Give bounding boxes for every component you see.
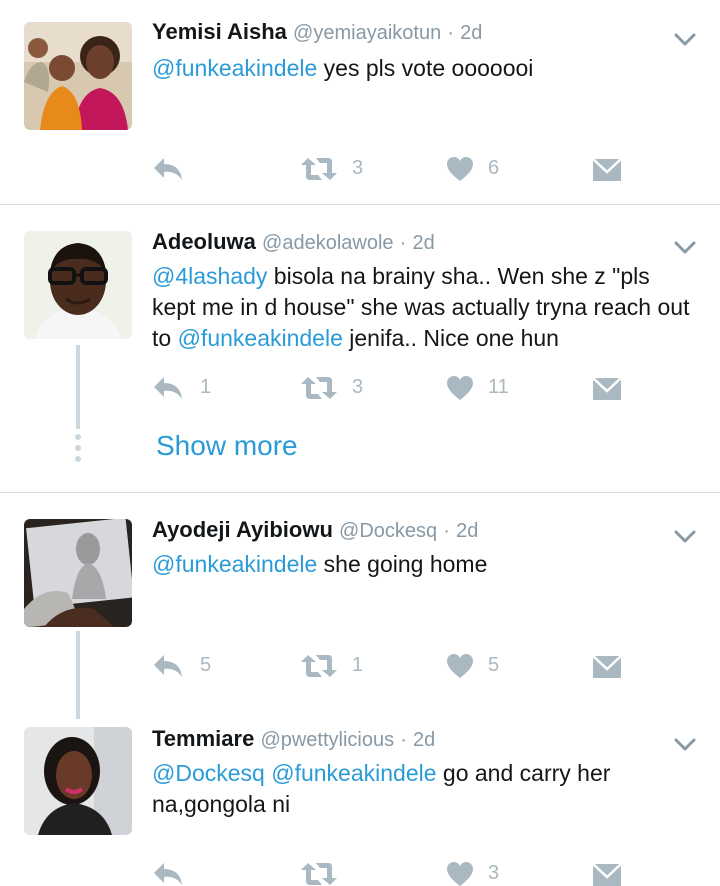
retweet-button[interactable] xyxy=(300,373,338,403)
like-icon xyxy=(447,862,473,886)
direct-message-button[interactable] xyxy=(592,859,622,886)
avatar[interactable] xyxy=(24,519,132,627)
tweet[interactable]: Adeoluwa @adekolawole · 2d @4lashady bis… xyxy=(0,205,720,492)
direct-message-button[interactable] xyxy=(592,651,622,681)
like-count: 5 xyxy=(488,654,500,676)
mention-link[interactable]: @funkeakindele xyxy=(271,760,436,786)
tweet-text: @Dockesq @funkeakindele go and carry her… xyxy=(152,758,622,820)
tweet-actions: 5 1 5 xyxy=(0,651,720,681)
username[interactable]: @Dockesq xyxy=(339,520,437,542)
caret-down-icon[interactable] xyxy=(672,26,698,52)
tweet-header: Adeoluwa @adekolawole · 2d xyxy=(152,228,435,257)
tweet-text: @funkeakindele she going home xyxy=(152,549,692,580)
direct-message-button[interactable] xyxy=(592,373,622,403)
like-button[interactable] xyxy=(446,373,474,403)
retweet-count: 1 xyxy=(352,654,364,676)
reply-icon xyxy=(154,377,182,399)
reply-icon xyxy=(154,863,182,885)
mention-link[interactable]: @funkeakindele xyxy=(152,55,317,81)
avatar[interactable] xyxy=(24,231,132,339)
show-more-link[interactable]: Show more xyxy=(156,430,298,462)
reply-button[interactable] xyxy=(152,154,184,184)
mention-link[interactable]: @funkeakindele xyxy=(178,325,343,351)
tweet-header: Yemisi Aisha @yemiayaikotun · 2d xyxy=(152,18,482,47)
tweet-actions: 3 6 xyxy=(0,154,720,184)
avatar-image xyxy=(24,22,132,130)
display-name[interactable]: Ayodeji Ayibiowu xyxy=(152,517,333,542)
reply-count: 5 xyxy=(200,654,212,676)
direct-message-icon xyxy=(592,158,622,181)
like-button[interactable] xyxy=(446,154,474,184)
avatar-image xyxy=(24,727,132,835)
mention-link[interactable]: @4lashady xyxy=(152,263,267,289)
retweet-icon xyxy=(301,377,337,399)
separator: · xyxy=(400,729,407,751)
username[interactable]: @pwettylicious xyxy=(260,729,394,751)
retweet-count: 3 xyxy=(352,157,364,179)
avatar[interactable] xyxy=(24,727,132,835)
retweet-button[interactable] xyxy=(300,859,338,886)
reply-button[interactable] xyxy=(152,859,184,886)
retweet-icon xyxy=(301,863,337,885)
retweet-button[interactable] xyxy=(300,154,338,184)
retweet-button[interactable] xyxy=(300,651,338,681)
timestamp[interactable]: 2d xyxy=(460,22,482,44)
username[interactable]: @adekolawole xyxy=(262,232,394,254)
tweet[interactable]: Yemisi Aisha @yemiayaikotun · 2d @funkea… xyxy=(0,0,720,204)
tweet[interactable]: Temmiare @pwettylicious · 2d @Dockesq @f… xyxy=(0,705,720,886)
reply-button[interactable] xyxy=(152,651,184,681)
direct-message-icon xyxy=(592,377,622,400)
like-count: 11 xyxy=(488,376,509,398)
tweet-actions: 1 3 11 xyxy=(0,373,720,403)
tweet-body: yes pls vote ooooooi xyxy=(317,55,534,81)
mention-link[interactable]: @funkeakindele xyxy=(152,551,317,577)
direct-message-icon xyxy=(592,863,622,886)
avatar[interactable] xyxy=(24,22,132,130)
display-name[interactable]: Yemisi Aisha xyxy=(152,19,287,44)
like-count: 3 xyxy=(488,862,500,884)
display-name[interactable]: Adeoluwa xyxy=(152,229,256,254)
like-button[interactable] xyxy=(446,651,474,681)
like-icon xyxy=(447,376,473,400)
caret-down-icon[interactable] xyxy=(672,234,698,260)
tweet[interactable]: Ayodeji Ayibiowu @Dockesq · 2d @funkeaki… xyxy=(0,493,720,719)
like-button[interactable] xyxy=(446,859,474,886)
like-icon xyxy=(447,157,473,181)
reply-icon xyxy=(154,158,182,180)
direct-message-button[interactable] xyxy=(592,154,622,184)
retweet-icon xyxy=(301,158,337,180)
avatar-image xyxy=(24,231,132,339)
username[interactable]: @yemiayaikotun xyxy=(293,22,441,44)
timestamp[interactable]: 2d xyxy=(412,232,434,254)
retweet-icon xyxy=(301,655,337,677)
tweet-body: she going home xyxy=(317,551,488,577)
separator: · xyxy=(443,520,450,542)
like-icon xyxy=(447,654,473,678)
caret-down-icon[interactable] xyxy=(672,523,698,549)
caret-down-icon[interactable] xyxy=(672,731,698,757)
timestamp[interactable]: 2d xyxy=(456,520,478,542)
tweet-header: Temmiare @pwettylicious · 2d xyxy=(152,725,435,754)
tweet-header: Ayodeji Ayibiowu @Dockesq · 2d xyxy=(152,516,478,545)
mention-link[interactable]: @Dockesq xyxy=(152,760,265,786)
display-name[interactable]: Temmiare xyxy=(152,726,254,751)
tweet-body: jenifa.. Nice one hun xyxy=(342,325,559,351)
thread-ellipsis-icon xyxy=(75,434,81,467)
retweet-count: 3 xyxy=(352,376,364,398)
avatar-image xyxy=(24,519,132,627)
reply-button[interactable] xyxy=(152,373,184,403)
reply-icon xyxy=(154,655,182,677)
direct-message-icon xyxy=(592,655,622,678)
reply-count: 1 xyxy=(200,376,212,398)
tweet-text: @funkeakindele yes pls vote ooooooi xyxy=(152,53,692,84)
separator: · xyxy=(447,22,454,44)
separator: · xyxy=(399,232,407,254)
tweet-actions: 3 xyxy=(0,859,720,886)
timestamp[interactable]: 2d xyxy=(413,729,435,751)
like-count: 6 xyxy=(488,157,500,179)
tweet-text: @4lashady bisola na brainy sha.. Wen she… xyxy=(152,261,692,354)
